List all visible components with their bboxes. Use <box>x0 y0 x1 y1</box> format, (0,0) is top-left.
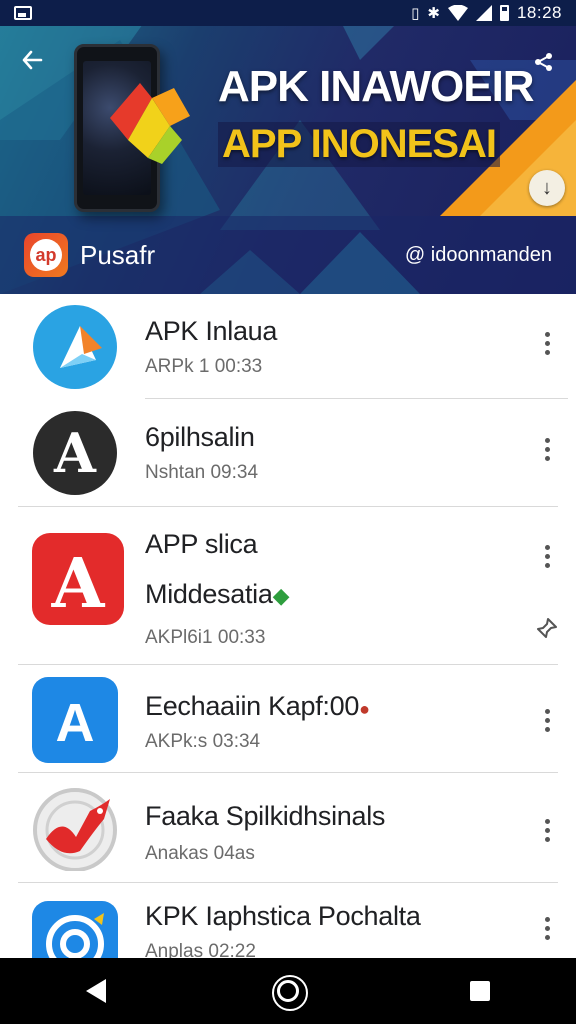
status-time: 18:28 <box>516 3 562 22</box>
more-options-icon[interactable] <box>532 434 562 464</box>
app-title: APK Inlaua <box>145 316 278 346</box>
banner-title: APK INAWOEIR <box>218 62 535 111</box>
more-options-icon[interactable] <box>532 913 562 943</box>
brand-name: Pusafr <box>80 239 156 270</box>
app-subtitle: Anakas 04as <box>145 843 255 864</box>
brand-handle[interactable]: @ idoonmanden <box>405 244 552 267</box>
svg-text:A: A <box>56 693 95 753</box>
wifi-icon <box>447 5 468 21</box>
signal-icon <box>475 5 492 21</box>
battery-icon <box>499 5 509 21</box>
badge-icon: ● <box>359 699 370 719</box>
pin-icon[interactable] <box>532 613 562 643</box>
blue-play-icon <box>32 304 118 390</box>
more-options-icon[interactable] <box>532 541 562 571</box>
svg-text:A: A <box>51 544 106 624</box>
app-title-line2: Middesatia◆ <box>145 579 290 609</box>
banner-subtitle: APP INONESAI <box>218 122 500 167</box>
app-subtitle: ARPk 1 00:33 <box>145 356 263 377</box>
more-options-icon[interactable] <box>532 815 562 845</box>
app-logo-illustration <box>110 83 190 164</box>
app-subtitle: AKPl6i1 00:33 <box>145 627 266 648</box>
red-a-icon: A <box>32 533 124 625</box>
header-banner: APK INAWOEIR APP INONESAI ↓ ap Pusafr @ … <box>0 0 576 294</box>
app-subtitle: AKPk:s 03:34 <box>145 731 261 752</box>
blue-a-icon: A <box>32 677 118 763</box>
brand-logo: ap <box>24 233 68 277</box>
more-options-icon[interactable] <box>532 705 562 735</box>
list-item[interactable]: A Eechaaiin Kapf:00● AKPk:s 03:34 <box>0 665 576 773</box>
app-list: APK Inlaua ARPk 1 00:33 A 6pilhsalin Nsh… <box>0 294 576 963</box>
more-options-icon[interactable] <box>532 328 562 358</box>
app-title: 6pilhsalin <box>145 422 255 452</box>
download-icon[interactable]: ↓ <box>529 170 565 206</box>
list-item[interactable]: A APP slica Middesatia◆ AKPl6i1 00:33 <box>0 507 576 665</box>
gallery-icon <box>14 6 32 20</box>
app-title: KPK Iaphstica Pochalta <box>145 901 421 931</box>
blue-target-icon <box>32 901 118 963</box>
app-title: Faaka Spilkidhsinals <box>145 801 386 831</box>
brand-bar: ap Pusafr @ idoonmanden <box>0 216 576 294</box>
red-dragon-icon <box>32 785 118 872</box>
back-icon[interactable] <box>66 961 126 1021</box>
home-icon[interactable] <box>258 961 318 1021</box>
list-item[interactable]: KPK Iaphstica Pochalta Anplas 02:22 <box>0 883 576 963</box>
back-arrow-icon[interactable] <box>16 44 48 76</box>
bluetooth-icon: ✱ <box>427 4 440 22</box>
svg-text:A: A <box>53 421 97 485</box>
list-item[interactable]: Faaka Spilkidhsinals Anakas 04as <box>0 773 576 883</box>
gem-icon: ◆ <box>272 583 290 608</box>
app-subtitle: Nshtan 09:34 <box>145 462 259 483</box>
app-title: APP slica <box>145 529 258 559</box>
list-item[interactable]: A 6pilhsalin Nshtan 09:34 <box>0 400 576 507</box>
recent-apps-icon[interactable] <box>450 961 510 1021</box>
black-a-icon: A <box>32 410 118 496</box>
navigation-bar <box>0 958 576 1024</box>
status-bar: ▯ ✱ 18:28 <box>0 0 576 26</box>
list-item[interactable]: APK Inlaua ARPk 1 00:33 <box>0 294 576 400</box>
app-title: Eechaaiin Kapf:00● <box>145 691 370 721</box>
vibrate-icon: ▯ <box>411 4 420 22</box>
